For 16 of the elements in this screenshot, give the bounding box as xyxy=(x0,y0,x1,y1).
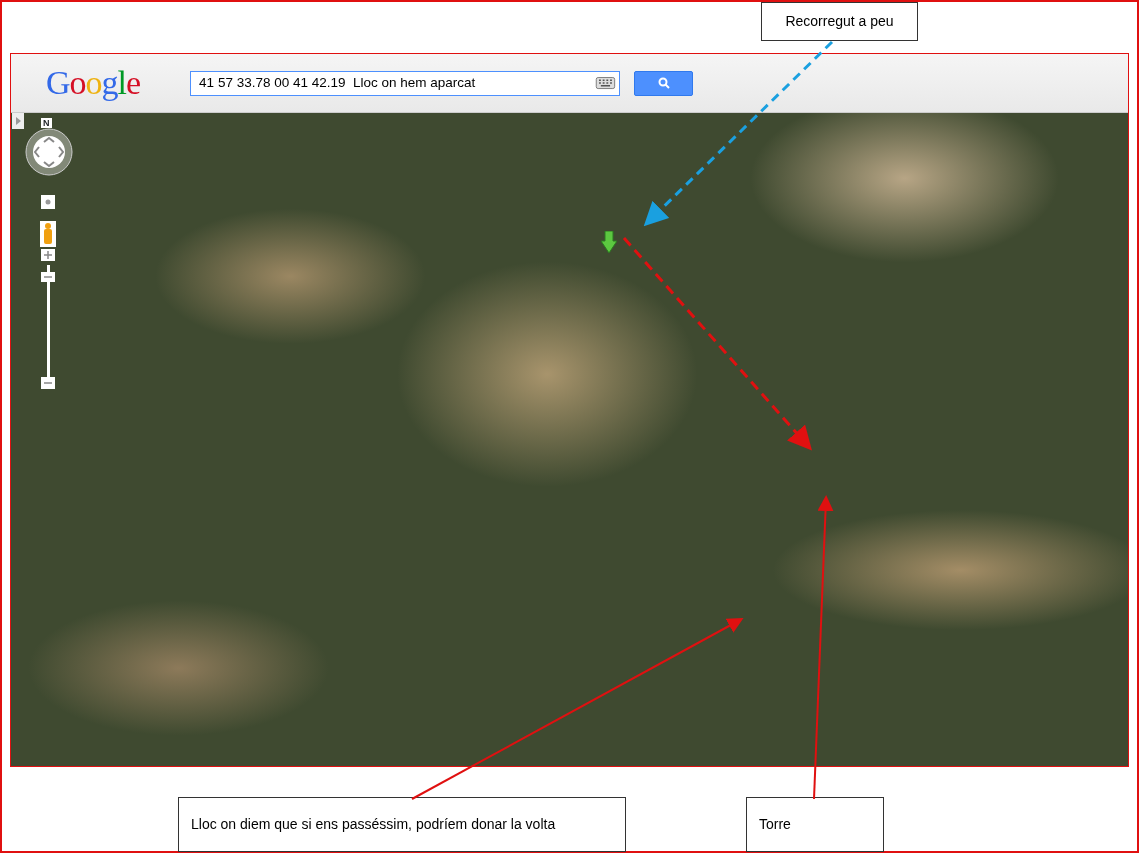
pegman-icon[interactable] xyxy=(40,221,56,247)
logo: Google xyxy=(46,66,141,100)
callout-label: Recorregut a peu xyxy=(761,2,918,41)
zoom-in-icon[interactable] xyxy=(41,249,55,261)
callout-label: Torre xyxy=(746,797,884,852)
search-button[interactable] xyxy=(634,70,694,96)
pan-control[interactable] xyxy=(25,128,73,176)
zoom-out-icon[interactable] xyxy=(41,377,55,389)
expand-icon[interactable] xyxy=(12,113,24,129)
marker-arrow-icon xyxy=(601,231,617,253)
zoom-slider-track[interactable] xyxy=(47,265,50,377)
zoom-slider-handle[interactable] xyxy=(41,272,55,282)
search-icon xyxy=(657,77,670,89)
reset-icon[interactable] xyxy=(41,195,55,209)
callout-label: Lloc on diem que si ens passéssim, podríem donar la volta xyxy=(178,797,626,852)
compass-label: N xyxy=(41,118,52,128)
